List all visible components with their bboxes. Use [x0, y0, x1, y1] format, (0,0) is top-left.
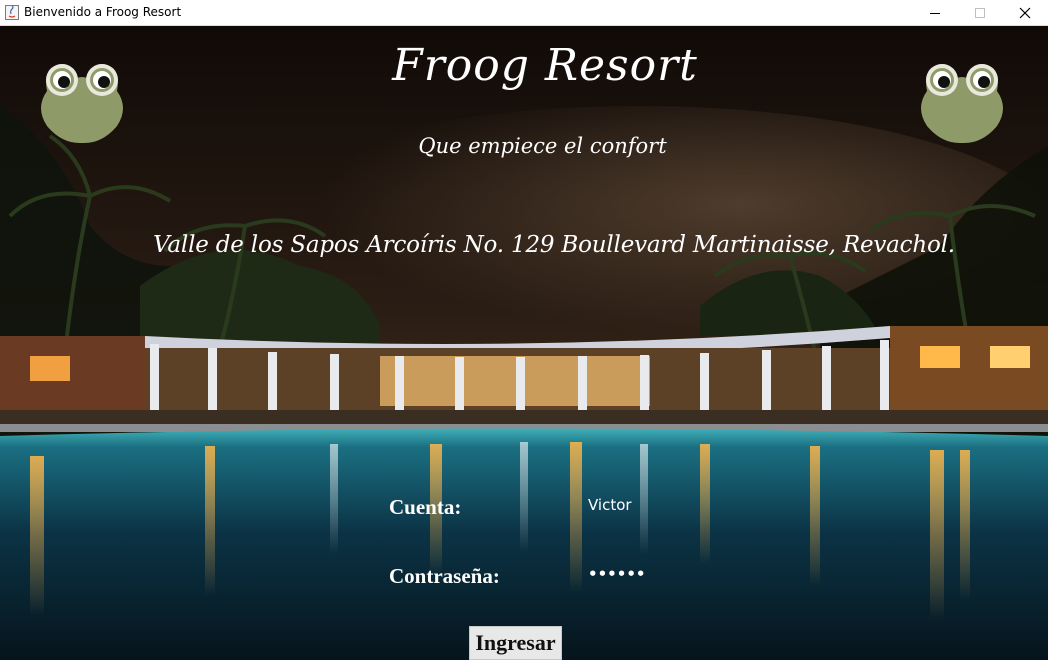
resort-night-photo — [0, 26, 1048, 660]
password-label: Contraseña: — [389, 564, 500, 588]
window-title: Bienvenido a Froog Resort — [24, 5, 182, 19]
java-app-icon — [5, 5, 19, 20]
maximize-icon — [975, 8, 985, 18]
login-button[interactable]: Ingresar — [469, 626, 562, 660]
account-label: Cuenta: — [389, 495, 462, 519]
minimize-button[interactable] — [912, 0, 958, 26]
background-scene: Froog Resort Que empiece el confort Vall… — [0, 26, 1048, 660]
tagline: Que empiece el confort — [418, 134, 667, 158]
resort-address: Valle de los Sapos Arcoíris No. 129 Boul… — [153, 232, 955, 258]
title-bar: Bienvenido a Froog Resort — [0, 0, 1048, 26]
account-input[interactable] — [588, 494, 788, 516]
resort-title: Froog Resort — [392, 40, 698, 91]
maximize-button[interactable] — [957, 0, 1003, 26]
close-icon — [1019, 7, 1031, 19]
minimize-icon — [930, 13, 940, 14]
close-button[interactable] — [1002, 0, 1048, 26]
login-window: Bienvenido a Froog Resort Froog Resort Q… — [0, 0, 1048, 660]
password-input[interactable] — [588, 563, 788, 585]
